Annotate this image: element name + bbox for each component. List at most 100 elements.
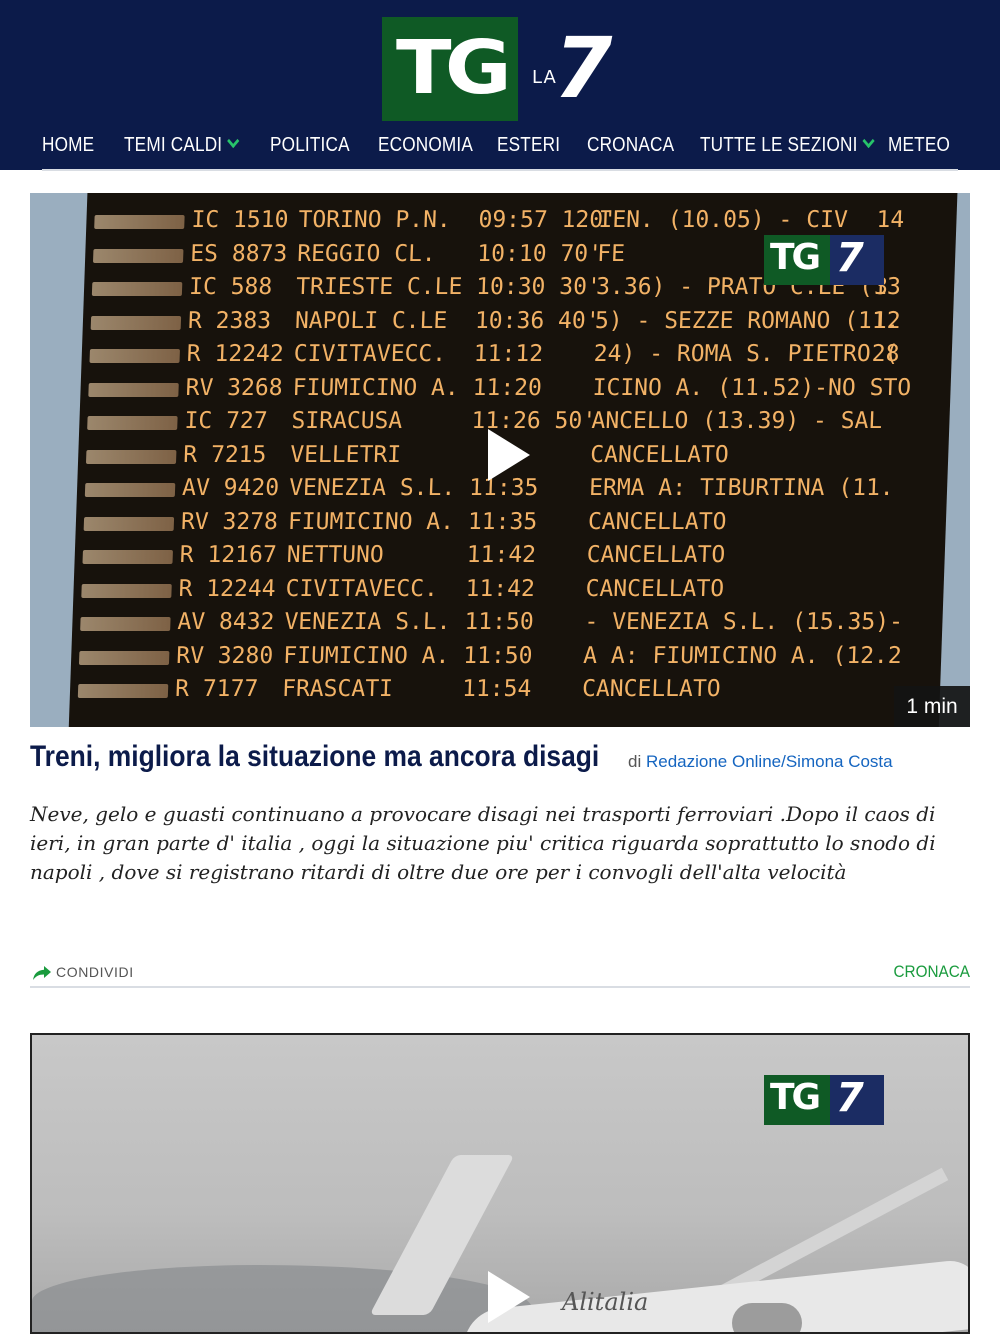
watermark-tg-text: TG <box>770 1077 821 1118</box>
board-notes: ERMA A: TIBURTINA (11. <box>588 475 895 501</box>
plane-livery-text: Alitalia <box>562 1288 649 1316</box>
board-train-number: AV 9420 <box>181 475 280 501</box>
main-nav: HOME TEMI CALDI POLITICA ECONOMIA ESTERI… <box>0 126 1000 166</box>
board-row: R 7177 FRASCATI 11:54 CANCELLATO <box>70 674 941 706</box>
operator-logo-icon <box>85 449 177 464</box>
board-destination: VELLETRI <box>289 441 402 468</box>
nav-label: CRONACA <box>587 134 675 156</box>
operator-logo-icon <box>78 650 170 665</box>
board-notes: IEN. (10.05) - CIV <box>598 207 849 233</box>
logo-tg-text: TG <box>396 25 512 111</box>
watermark-tg-text: TG <box>770 237 821 278</box>
operator-logo-icon <box>83 516 175 531</box>
board-departure-time: 09:57 120' <box>478 207 618 233</box>
board-train-number: R 2383 <box>187 307 272 334</box>
board-row: R 12242 CIVITAVECC. 11:12 24) - ROMA S. PIE… <box>81 339 952 371</box>
nav-label: HOME <box>42 134 95 156</box>
board-platform: 14 <box>876 207 905 233</box>
author-link[interactable]: Redazione Online/Simona Costa <box>646 752 893 771</box>
board-destination: REGGIO CL. <box>296 240 437 267</box>
board-notes: CANCELLATO <box>587 508 727 535</box>
category-link-cronaca[interactable]: CRONACA <box>893 962 970 982</box>
play-icon[interactable] <box>488 1271 530 1323</box>
operator-logo-icon <box>81 583 172 598</box>
board-notes: FE <box>596 240 626 267</box>
nav-item-politica[interactable]: POLITICA <box>270 134 350 160</box>
chevron-down-icon <box>862 133 875 149</box>
nav-label: TEMI CALDI <box>124 134 223 156</box>
article-byline: di Redazione Online/Simona Costa <box>628 752 893 772</box>
board-train-number: AV 8432 <box>176 609 275 635</box>
video-player-plane[interactable]: Alitalia TG 7 <box>30 1033 970 1334</box>
watermark-seven: 7 <box>830 235 884 285</box>
mountains-background <box>32 1265 532 1332</box>
board-row: IC 1510 TORINO P.N. 09:57 120' IEN. (10.05)… <box>86 205 957 237</box>
play-icon[interactable] <box>488 429 530 481</box>
watermark-seven-text: 7 <box>836 1075 864 1121</box>
board-row: R 2383 NAPOLI C.LE 10:36 40' 5) - SEZZE ROM… <box>82 306 953 338</box>
board-row: RV 3268 FIUMICINO A. 11:20 ICINO A. (11.52)… <box>80 373 951 405</box>
board-train-number: R 7177 <box>174 676 259 702</box>
board-departure-time: 11:42 <box>465 575 536 602</box>
board-destination: CIVITAVECC. <box>293 341 447 367</box>
operator-logo-icon <box>90 315 182 330</box>
nav-item-esteri[interactable]: ESTERI <box>497 134 560 160</box>
operator-logo-icon <box>91 282 183 296</box>
board-notes: A A: FIUMICINO A. (12.2 <box>582 642 903 669</box>
tgla7-watermark: TG 7 <box>764 235 884 285</box>
nav-divider <box>42 169 958 171</box>
operator-logo-icon <box>88 382 179 397</box>
board-notes: CANCELLATO <box>586 542 726 568</box>
tgla7-watermark: TG 7 <box>764 1075 884 1125</box>
nav-item-economia[interactable]: ECONOMIA <box>378 134 473 160</box>
nav-item-home[interactable]: HOME <box>42 134 94 160</box>
board-notes: - VENEZIA S.L. (15.35)- <box>583 609 904 635</box>
board-destination: FIUMICINO A. <box>287 508 455 535</box>
chevron-down-icon <box>227 133 240 149</box>
watermark-tg: TG <box>764 1075 830 1125</box>
nav-item-cronaca[interactable]: CRONACA <box>587 134 674 160</box>
board-departure-time: 11:20 <box>472 374 543 401</box>
board-train-number: RV 3278 <box>180 508 279 535</box>
board-destination: FIUMICINO A. <box>292 374 460 401</box>
board-train-number: R 12242 <box>186 341 285 367</box>
board-departure-time: 10:36 40' <box>474 307 601 334</box>
board-departure-time: 10:10 70' <box>476 240 603 267</box>
board-destination: NAPOLI C.LE <box>294 307 448 334</box>
operator-logo-icon <box>93 248 184 263</box>
board-train-number: ES 8873 <box>189 240 288 267</box>
board-destination: FIUMICINO A. <box>282 642 450 669</box>
plane-engine <box>732 1303 802 1332</box>
nav-item-meteo[interactable]: METEO <box>888 134 950 160</box>
operator-logo-icon <box>89 349 180 363</box>
nav-item-temi-caldi[interactable]: TEMI CALDI <box>124 133 240 160</box>
board-train-number: RV 3268 <box>185 374 284 401</box>
board-destination: TRIESTE C.LE <box>295 274 463 300</box>
share-label: CONDIVIDI <box>56 964 134 980</box>
site-header: TG LA 7 HOME TEMI CALDI POLITICA ECONOMI… <box>0 0 1000 170</box>
operator-logo-icon <box>94 215 185 229</box>
board-notes: 24) - ROMA S. PIETRO ( <box>593 341 899 367</box>
board-train-number: IC 727 <box>184 408 269 434</box>
article-title-text[interactable]: Treni, migliora la situazione ma ancora … <box>30 740 599 774</box>
board-row: R 12244 CIVITAVECC. 11:42 CANCELLATO <box>73 574 944 606</box>
article-summary: Neve, gelo e guasti continuano a provoca… <box>30 802 936 884</box>
tgla7-logo[interactable]: TG LA 7 <box>382 17 622 121</box>
board-departure-time: 11:12 <box>473 341 544 367</box>
board-destination: VENEZIA S.L. <box>288 475 456 501</box>
video-player-trains[interactable]: IC 1510 TORINO P.N. 09:57 120' IEN. (10.05)… <box>30 193 970 727</box>
board-departure-time: 11:54 <box>461 676 532 702</box>
nav-label: POLITICA <box>270 134 350 156</box>
nav-item-tutte-le-sezioni[interactable]: TUTTE LE SEZIONI <box>700 133 875 160</box>
watermark-seven-text: 7 <box>836 235 864 281</box>
nav-label: TUTTE LE SEZIONI <box>700 134 858 156</box>
board-row: RV 3278 FIUMICINO A. 11:35 CANCELLATO <box>75 507 946 539</box>
board-departure-time: 10:30 30' <box>475 274 602 300</box>
board-destination: VENEZIA S.L. <box>283 609 452 635</box>
board-notes: CANCELLATO <box>581 676 722 702</box>
board-notes: 5) - SEZZE ROMANO (11. <box>594 307 901 334</box>
nav-label: METEO <box>888 134 951 156</box>
byline-prefix: di <box>628 752 642 771</box>
board-departure-time: 11:50 <box>462 642 533 669</box>
plane-fuselage <box>459 1258 968 1332</box>
